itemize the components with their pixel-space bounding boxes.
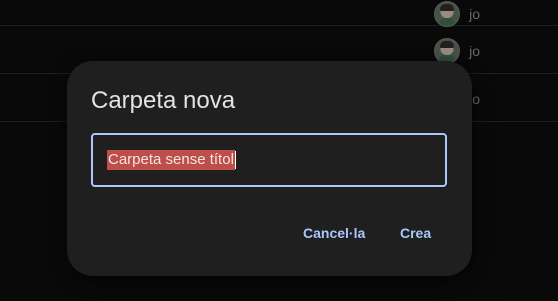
folder-name-input[interactable] bbox=[93, 135, 445, 185]
cancel-button[interactable]: Cancel·la bbox=[303, 221, 365, 245]
folder-name-field[interactable]: Carpeta sense títol bbox=[91, 133, 447, 187]
create-button[interactable]: Crea bbox=[400, 221, 431, 245]
new-folder-dialog: Carpeta nova Carpeta sense títol Cancel·… bbox=[67, 61, 472, 276]
dialog-title: Carpeta nova bbox=[91, 87, 236, 114]
